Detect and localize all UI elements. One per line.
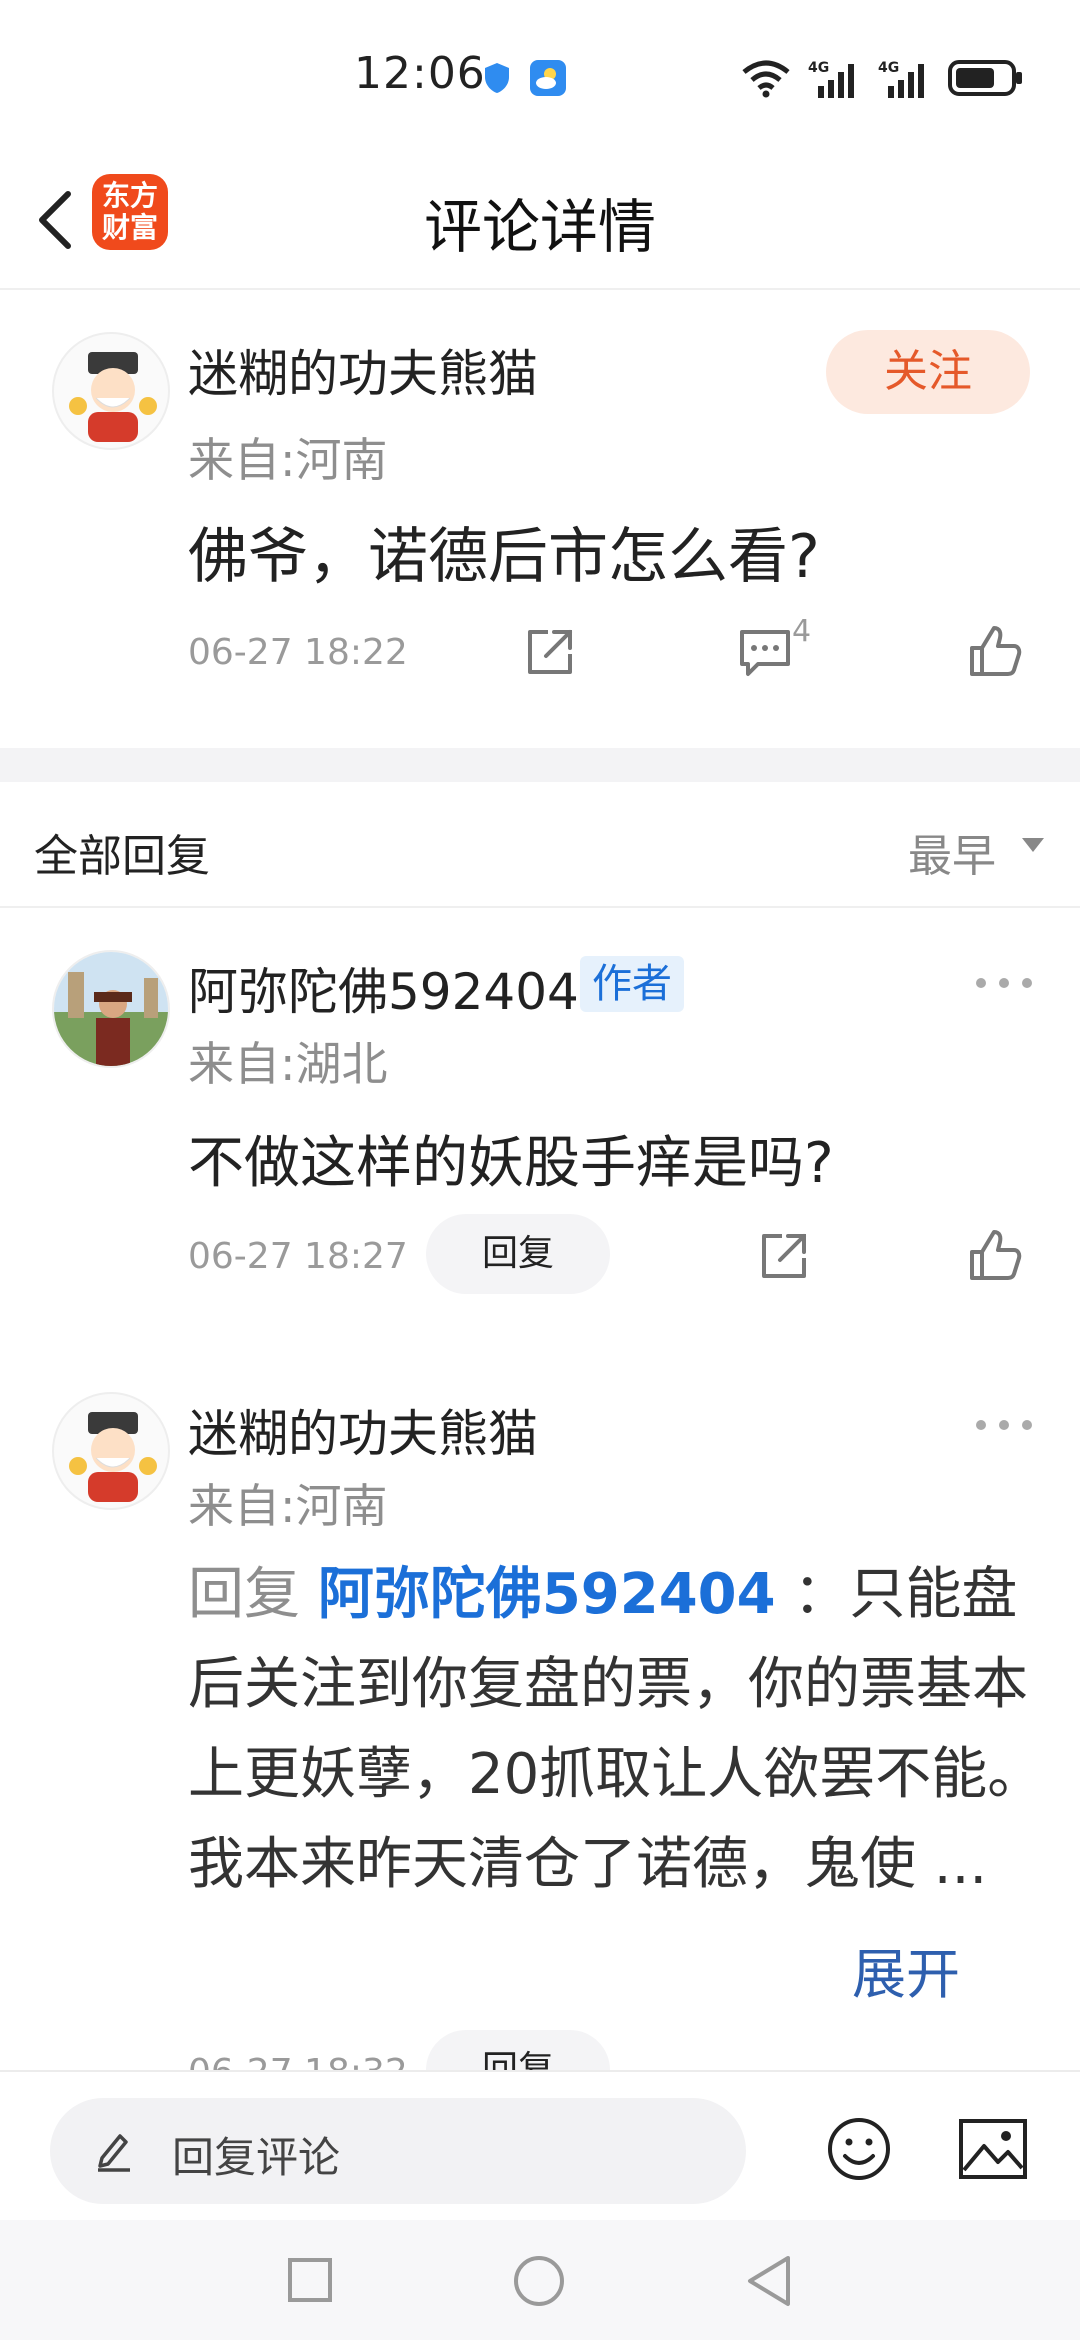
back-nav-icon[interactable] <box>744 2254 794 2308</box>
avatar[interactable] <box>52 1392 170 1510</box>
caishen-avatar-icon <box>69 1412 157 1502</box>
avatar[interactable] <box>52 950 170 1068</box>
avatar[interactable] <box>52 332 170 450</box>
reply-username[interactable]: 阿弥陀佛592404 <box>188 952 579 1024</box>
shield-icon <box>485 63 509 93</box>
reply-input[interactable]: 回复评论 <box>50 2098 746 2204</box>
replies-header: 全部回复 最早 <box>0 782 1080 908</box>
section-divider <box>0 748 1080 782</box>
expand-link[interactable]: 展开 <box>852 1930 960 2009</box>
svg-text:4G: 4G <box>878 60 899 76</box>
svg-text:4G: 4G <box>808 60 829 76</box>
replies-title: 全部回复 <box>34 831 210 882</box>
clock: 12:06 <box>354 48 486 99</box>
like-icon[interactable] <box>968 624 1022 678</box>
weather-icon <box>530 60 566 96</box>
like-icon[interactable] <box>968 1228 1022 1282</box>
more-options-icon[interactable] <box>976 1420 1032 1434</box>
sort-dropdown[interactable]: 最早 <box>908 820 996 884</box>
wifi-icon <box>742 60 790 98</box>
comment-time: 06-27 18:22 <box>188 632 408 673</box>
follow-button[interactable]: 关注 <box>826 330 1030 414</box>
status-bar: 12:06 4G 4G <box>0 0 1080 150</box>
comment-username[interactable]: 迷糊的功夫熊猫 <box>188 334 538 406</box>
caishen-avatar-icon <box>69 352 157 442</box>
page-title: 评论详情 <box>423 193 656 261</box>
reply-time: 06-27 18:27 <box>188 1236 408 1277</box>
cell-signal-icon: 4G <box>808 60 854 98</box>
share-icon[interactable] <box>524 626 576 678</box>
battery-icon <box>948 60 1022 96</box>
reply-text: 不做这样的妖股手痒是吗? <box>188 1131 834 1196</box>
reply-location: 来自:湖北 <box>188 1037 388 1091</box>
image-icon[interactable] <box>958 2118 1028 2180</box>
system-nav-bar <box>0 2220 1080 2340</box>
pencil-icon <box>98 2134 130 2172</box>
share-icon[interactable] <box>758 1230 810 1282</box>
reply-button[interactable]: 回复 <box>426 1214 610 1294</box>
recent-apps-icon[interactable] <box>286 2256 334 2304</box>
reply-text: 回复 阿弥陀佛592404 ：只能盘后关注到你复盘的票，你的票基本上更妖孽，20… <box>188 1550 1048 1910</box>
emoji-icon[interactable] <box>826 2116 892 2182</box>
chevron-down-icon[interactable] <box>1022 838 1044 852</box>
top-bar: 东方 财富 评论详情 <box>0 150 1080 290</box>
system-icons: 4G 4G <box>740 56 1024 100</box>
comment-icon[interactable] <box>738 626 792 678</box>
mention-link[interactable]: 阿弥陀佛592404 <box>318 1562 776 1627</box>
comment-count: 4 <box>792 614 812 649</box>
home-icon[interactable] <box>512 2254 566 2308</box>
reply-input-placeholder: 回复评论 <box>172 2133 341 2182</box>
comment-text: 佛爷，诺德后市怎么看? <box>188 522 820 592</box>
bottom-reply-bar: 回复评论 <box>0 2070 1080 2220</box>
reply-username[interactable]: 迷糊的功夫熊猫 <box>188 1394 538 1466</box>
more-options-icon[interactable] <box>976 978 1032 992</box>
reply-location: 来自:河南 <box>188 1479 388 1533</box>
reply-prefix: 回复 <box>188 1562 300 1627</box>
user-photo-avatar <box>54 952 168 1066</box>
comment-location: 来自:河南 <box>188 433 388 487</box>
cell-signal-icon-2: 4G <box>878 60 924 98</box>
author-badge: 作者 <box>580 956 684 1012</box>
